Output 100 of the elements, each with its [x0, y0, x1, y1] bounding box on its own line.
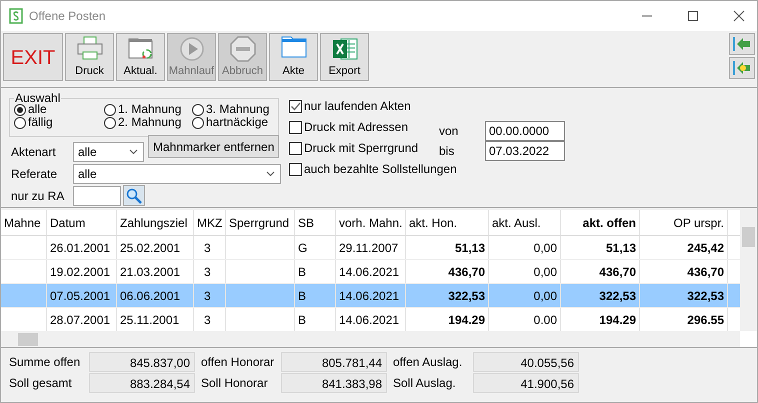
radio-option[interactable]: hartnäckige: [192, 116, 274, 129]
dropdown[interactable]: alle: [73, 142, 144, 162]
table-cell: 06.06.2001: [120, 288, 180, 302]
maximize-icon[interactable]: [687, 10, 699, 22]
column-header[interactable]: Datum: [47, 210, 117, 235]
total-label: offen Honorar: [201, 355, 276, 369]
arrow-left-button[interactable]: [729, 33, 755, 55]
input-field[interactable]: [73, 186, 121, 206]
table-cell: 322,53: [687, 288, 724, 302]
play-icon: [178, 36, 204, 62]
table-cell: 436,70: [448, 264, 485, 278]
table-cell: 296.55: [687, 312, 724, 326]
column-header[interactable]: Zahlungsziel: [117, 210, 194, 235]
total-value: 841.383,98: [281, 373, 387, 393]
field-label: Aktenart: [10, 144, 57, 158]
total-label: Soll Honorar: [201, 376, 269, 390]
column-header[interactable]: SB: [295, 210, 336, 235]
checkbox[interactable]: [289, 100, 302, 112]
column-header[interactable]: MKZ: [194, 210, 226, 235]
folder-refresh-icon: [128, 36, 154, 60]
table-cell: 3: [204, 240, 211, 254]
table-cell: 14.06.2021: [339, 312, 400, 326]
table-cell: 3: [204, 312, 211, 326]
radio-option[interactable]: 2. Mahnung: [104, 116, 192, 129]
total-label: Soll Auslag.: [393, 376, 457, 390]
table-cell: 14.06.2021: [339, 288, 400, 302]
table-cell: 3: [204, 264, 211, 278]
table-cell: 25.11.2001: [120, 312, 180, 326]
folder-icon: [280, 36, 306, 58]
checkbox[interactable]: [289, 142, 302, 154]
exit-button[interactable]: EXIT: [3, 33, 63, 81]
total-value: 41.900,56: [473, 373, 579, 393]
radio-option[interactable]: 3. Mahnung: [192, 103, 274, 116]
checkbox[interactable]: [289, 162, 302, 176]
radio-button[interactable]: [14, 116, 26, 128]
stop-sign-icon: [230, 36, 256, 62]
column-header[interactable]: OP urspr.: [640, 210, 728, 235]
table-cell: 25.02.2001: [120, 240, 180, 254]
radio-option[interactable]: fällig: [14, 116, 104, 129]
table-cell: B: [298, 312, 306, 326]
radio-button[interactable]: [104, 116, 116, 128]
table-cell: 436,70: [687, 264, 724, 278]
toolbar-button[interactable]: Export: [320, 33, 369, 81]
radio-label: fällig: [28, 116, 53, 129]
table-cell: 19.02.2001: [50, 264, 110, 278]
total-label: offen Auslag.: [393, 355, 464, 369]
table-cell: B: [298, 264, 306, 278]
column-header[interactable]: akt. offen: [561, 210, 640, 235]
toolbar-button[interactable]: Akte: [269, 33, 318, 81]
total-label: Soll gesamt: [9, 376, 73, 390]
window-title: Offene Posten: [29, 9, 106, 23]
table-row[interactable]: 26.01.2001 25.02.2001 3 G 29.11.2007 51,13 0,00 51,13 245,42: [1, 236, 740, 260]
radio-option[interactable]: 1. Mahnung: [104, 103, 192, 116]
group-label: Auswahl: [14, 91, 62, 105]
close-icon[interactable]: [733, 10, 745, 22]
printer-icon: [76, 36, 102, 60]
search-button[interactable]: [123, 185, 145, 206]
vertical-scrollbar[interactable]: [740, 210, 757, 331]
table-cell: 51,13: [454, 240, 485, 254]
column-header[interactable]: Sperrgrund: [226, 210, 295, 235]
date-field[interactable]: 00.00.0000: [485, 121, 565, 141]
radio-option[interactable]: alle: [14, 103, 104, 116]
table-cell: 194.29: [448, 312, 485, 326]
table-cell: 322,53: [448, 288, 485, 302]
total-value: 883.284,54: [89, 373, 195, 393]
arrow-left-button[interactable]: [729, 57, 755, 79]
checkbox[interactable]: [289, 120, 302, 134]
table-row[interactable]: 07.05.2001 06.06.2001 3 B 14.06.2021 322,53 0,00 322,53 322,53: [1, 284, 740, 308]
radio-button[interactable]: [14, 104, 26, 116]
toolbar-button[interactable]: Druck: [65, 33, 114, 81]
table-cell: 28.07.2001: [50, 312, 110, 326]
column-header[interactable]: vorh. Mahn.: [336, 210, 406, 235]
table-cell: 51,13: [606, 240, 636, 254]
table-cell: 194.29: [599, 312, 636, 326]
table-cell: 436,70: [599, 264, 636, 278]
radio-button[interactable]: [192, 104, 204, 116]
radio-label: hartnäckige: [206, 116, 268, 129]
field-label: nur zu RA: [10, 188, 66, 202]
arrow-left-icon: [733, 61, 751, 75]
column-header[interactable]: akt. Ausl.: [489, 210, 561, 235]
chevron-down-icon: [266, 170, 275, 176]
column-header[interactable]: akt. Hon.: [406, 210, 489, 235]
date-field[interactable]: 07.03.2022: [485, 141, 565, 161]
radio-button[interactable]: [192, 116, 204, 128]
table-cell: 245,42: [687, 240, 724, 254]
table-cell: 21.03.2001: [120, 264, 180, 278]
remove-markers-button[interactable]: Mahnmarker entfernen: [148, 135, 280, 158]
table-cell: 0,00: [534, 288, 557, 302]
date-label: von: [439, 124, 460, 138]
radio-label: 3. Mahnung: [206, 103, 270, 116]
chevron-down-icon: [129, 148, 138, 154]
dropdown[interactable]: alle: [73, 164, 281, 184]
toolbar-button[interactable]: Aktual.: [116, 33, 165, 81]
column-header[interactable]: Mahne: [1, 210, 47, 235]
radio-label: 2. Mahnung: [118, 116, 182, 129]
search-icon: [126, 188, 142, 204]
table-cell: 322,53: [599, 288, 636, 302]
radio-label: 1. Mahnung: [118, 103, 182, 116]
radio-button[interactable]: [104, 104, 116, 116]
horizontal-scrollbar[interactable]: [1, 331, 740, 347]
